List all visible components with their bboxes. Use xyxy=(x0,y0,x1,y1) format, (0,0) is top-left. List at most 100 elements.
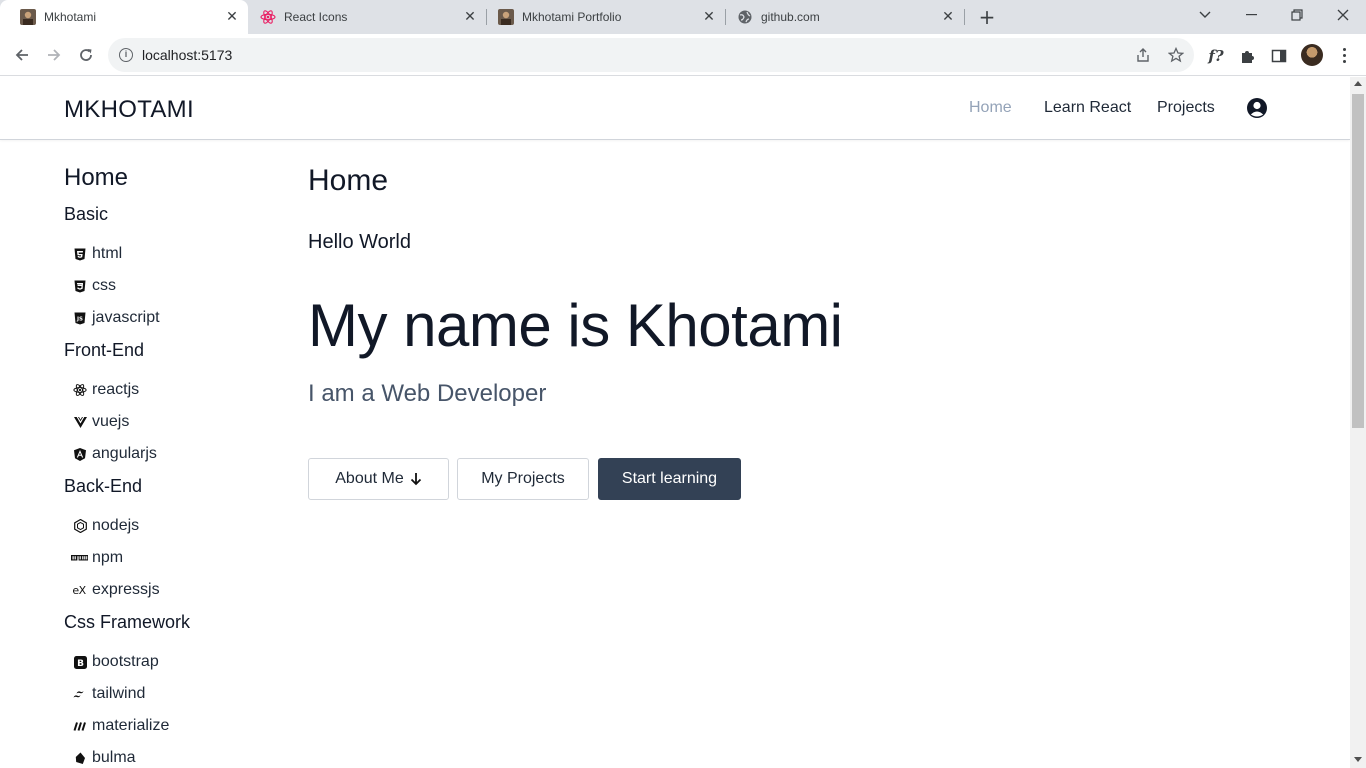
side-panel-icon[interactable] xyxy=(1268,45,1290,67)
bootstrap-icon: B xyxy=(72,654,88,670)
page-title: Home xyxy=(308,164,389,197)
sidebar-item-label: html xyxy=(92,245,123,262)
sidebar-item-label: expressjs xyxy=(92,581,160,598)
browser-tab-github[interactable]: github.com ✕ xyxy=(726,0,964,34)
tab-close-icon[interactable]: ✕ xyxy=(224,9,240,25)
sidebar-item-label: vuejs xyxy=(92,413,130,430)
sidebar-item-npm[interactable]: npm xyxy=(70,548,124,568)
hero-headline: My name is Khotami xyxy=(308,292,843,359)
sidebar-item-html[interactable]: html xyxy=(72,244,122,264)
share-icon[interactable] xyxy=(1133,45,1153,65)
avatar-favicon-icon xyxy=(20,9,36,25)
new-tab-button[interactable]: + xyxy=(976,5,998,29)
vue-icon xyxy=(72,414,88,430)
sidebar-home-link[interactable]: Home xyxy=(64,164,128,192)
sidebar-item-css[interactable]: css xyxy=(72,276,116,296)
sidebar-item-nodejs[interactable]: nodejs xyxy=(72,516,139,536)
sidebar-item-bulma[interactable]: bulma xyxy=(72,748,136,768)
address-bar[interactable]: i localhost:5173 xyxy=(108,38,1194,72)
tab-close-icon[interactable]: ✕ xyxy=(940,9,956,25)
info-icon[interactable]: i xyxy=(119,48,133,62)
profile-avatar[interactable] xyxy=(1301,44,1323,66)
site-header: MKHOTAMI Home Learn React Projects xyxy=(0,77,1350,140)
sidebar-item-label: reactjs xyxy=(92,381,140,398)
sidebar-group-back-end: Back-End xyxy=(64,476,143,496)
browser-toolbar: i localhost:5173 f? xyxy=(0,34,1366,76)
nav-link-home[interactable]: Home xyxy=(969,99,1012,117)
my-projects-button[interactable]: My Projects xyxy=(457,458,589,500)
tab-title: github.com xyxy=(761,10,820,24)
express-icon: eX xyxy=(72,583,86,597)
sidebar-item-label: tailwind xyxy=(92,685,146,702)
sidebar-item-materialize[interactable]: materialize xyxy=(72,716,169,736)
sidebar-item-label: angularjs xyxy=(92,445,157,462)
url-text: localhost:5173 xyxy=(142,47,233,63)
tab-title: Mkhotami Portfolio xyxy=(522,10,622,24)
html5-icon xyxy=(72,246,88,262)
sidebar-item-label: materialize xyxy=(92,717,170,734)
about-me-button[interactable]: About Me xyxy=(308,458,449,500)
sidebar-item-tailwind[interactable]: tailwind xyxy=(72,684,145,704)
scrollbar-thumb[interactable] xyxy=(1352,94,1364,428)
css3-icon xyxy=(72,278,88,294)
tab-title: React Icons xyxy=(284,10,348,24)
browser-tab-mkhotami[interactable]: Mkhotami ✕ xyxy=(0,0,248,34)
sidebar-item-label: javascript xyxy=(92,309,160,326)
font-ext-icon[interactable]: f? xyxy=(1205,45,1227,67)
extensions-icon[interactable] xyxy=(1237,45,1259,67)
sidebar-group-basic: Basic xyxy=(64,204,109,224)
tailwind-icon xyxy=(72,686,88,702)
greeting-text: Hello World xyxy=(308,231,411,253)
sidebar-item-expressjs[interactable]: eX expressjs xyxy=(72,580,160,600)
restore-button[interactable] xyxy=(1274,0,1320,30)
page-viewport: MKHOTAMI Home Learn React Projects Home … xyxy=(0,77,1350,768)
browser-tab-portfolio[interactable]: Mkhotami Portfolio ✕ xyxy=(487,0,725,34)
sidebar-item-javascript[interactable]: JS javascript xyxy=(72,308,160,328)
nav-link-projects[interactable]: Projects xyxy=(1157,99,1215,117)
reload-icon[interactable] xyxy=(73,42,99,68)
sidebar-item-reactjs[interactable]: reactjs xyxy=(72,380,139,400)
sidebar-item-label: npm xyxy=(92,549,124,566)
bulma-icon xyxy=(72,750,88,766)
sidebar-item-vuejs[interactable]: vuejs xyxy=(72,412,129,432)
tab-search-icon[interactable] xyxy=(1182,0,1228,30)
sidebar-group-css-framework: Css Framework xyxy=(64,612,191,632)
star-icon[interactable] xyxy=(1166,45,1186,65)
page-scrollbar[interactable] xyxy=(1350,77,1366,768)
scroll-down-arrow-icon[interactable] xyxy=(1354,757,1362,762)
react-favicon-icon xyxy=(260,9,276,25)
avatar-favicon-icon xyxy=(498,9,514,25)
tab-close-icon[interactable]: ✕ xyxy=(462,9,478,25)
sidebar-item-label: css xyxy=(92,277,116,294)
back-icon[interactable] xyxy=(9,42,35,68)
svg-text:B: B xyxy=(77,659,84,669)
npm-icon xyxy=(70,550,88,566)
sidebar-group-front-end: Front-End xyxy=(64,340,145,360)
node-icon xyxy=(72,518,88,534)
tab-title: Mkhotami xyxy=(44,10,97,24)
nav-link-learn-react[interactable]: Learn React xyxy=(1044,99,1131,117)
user-circle-icon[interactable] xyxy=(1246,97,1268,119)
minimize-button[interactable] xyxy=(1228,0,1274,30)
sidebar-item-label: nodejs xyxy=(92,517,140,534)
tab-close-icon[interactable]: ✕ xyxy=(701,9,717,25)
about-me-label: About Me xyxy=(335,470,404,487)
sidebar-item-bootstrap[interactable]: B bootstrap xyxy=(72,652,159,672)
start-learning-button[interactable]: Start learning xyxy=(598,458,741,500)
browser-tab-react-icons[interactable]: React Icons ✕ xyxy=(248,0,486,34)
menu-icon[interactable] xyxy=(1336,45,1352,65)
scroll-up-arrow-icon[interactable] xyxy=(1354,81,1362,86)
svg-text:JS: JS xyxy=(76,316,83,322)
react-icon xyxy=(72,382,88,398)
close-window-button[interactable] xyxy=(1320,0,1366,30)
materialize-icon xyxy=(72,718,88,734)
arrow-down-icon xyxy=(410,472,422,486)
tab-separator xyxy=(964,9,965,25)
angular-icon xyxy=(72,446,88,462)
sidebar-item-label: bulma xyxy=(92,749,136,766)
hero-subtitle: I am a Web Developer xyxy=(308,380,547,407)
sidebar-item-angularjs[interactable]: angularjs xyxy=(72,444,157,464)
sidebar-item-label: bootstrap xyxy=(92,653,159,670)
brand-logo[interactable]: MKHOTAMI xyxy=(64,96,194,124)
forward-icon[interactable] xyxy=(41,42,67,68)
